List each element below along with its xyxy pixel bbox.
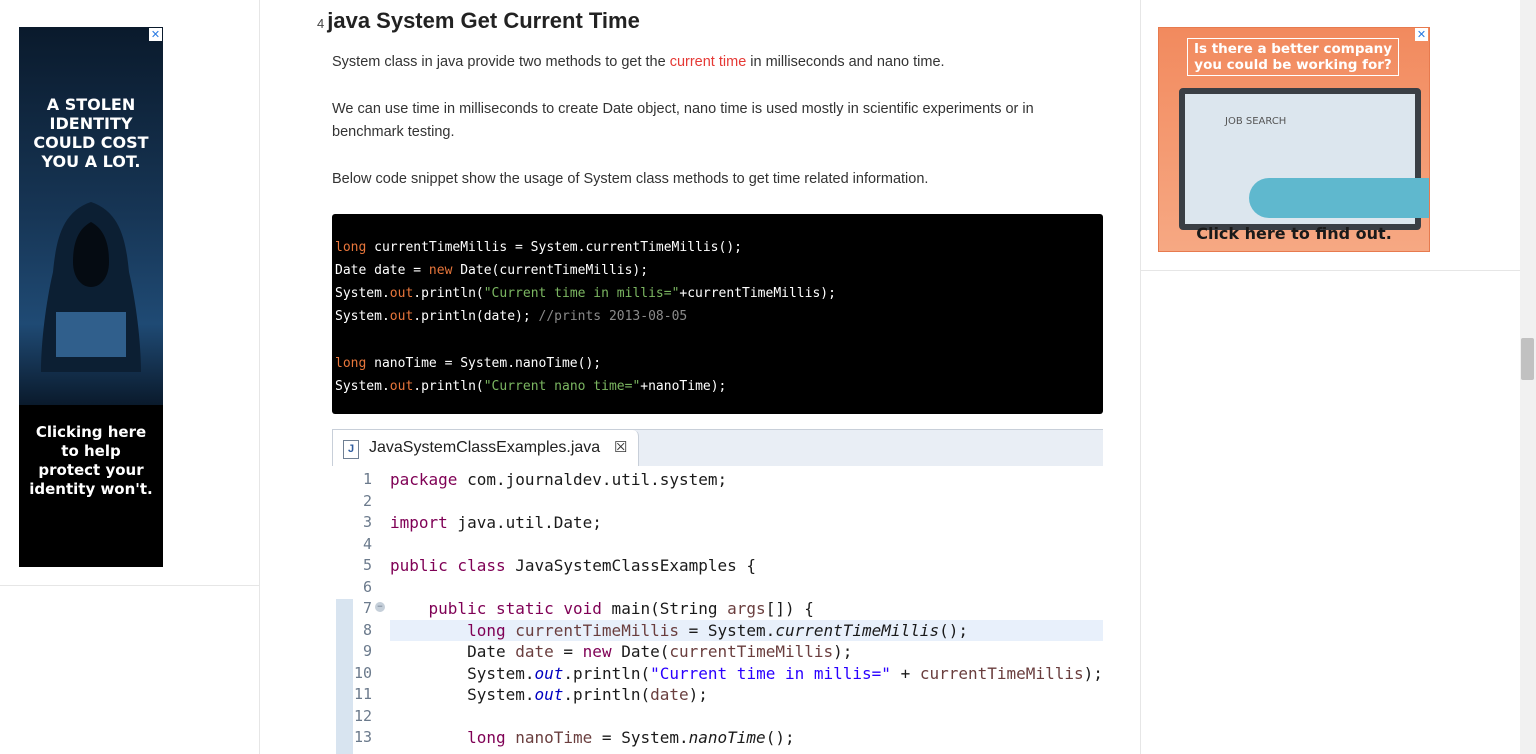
- editor-line: 6: [362, 577, 372, 596]
- section-heading: 4 java System Get Current Time: [317, 8, 640, 34]
- code-snippet[interactable]: long currentTimeMillis = System.currentT…: [332, 214, 1103, 414]
- editor-line: 5 public class JavaSystemClassExamples {: [362, 556, 757, 575]
- editor-line: 13 long nanoTime = System.nanoTime();: [353, 728, 795, 747]
- editor-line: 4: [362, 534, 372, 553]
- editor-tab-bar: J JavaSystemClassExamples.java ☒: [332, 429, 1103, 466]
- java-file-icon: J: [343, 440, 359, 459]
- ad-close-icon[interactable]: ✕: [1415, 28, 1428, 41]
- paragraph-snippet-intro: Below code snippet show the usage of Sys…: [332, 171, 929, 187]
- right-sidebar-empty: [1140, 271, 1521, 754]
- editor-line: 2: [362, 491, 372, 510]
- hand-image: [1249, 178, 1429, 218]
- editor-line: 3 import java.util.Date;: [362, 513, 602, 532]
- section-number: 4: [317, 16, 325, 31]
- code-line: System.out.println("Current time in mill…: [335, 286, 836, 301]
- tab-filename: JavaSystemClassExamples.java: [369, 439, 601, 456]
- editor-line: 10 System.out.println("Current time in m…: [353, 663, 1103, 683]
- ad-question: Is there a better company you could be w…: [1187, 38, 1399, 76]
- paragraph-text: in milliseconds and nano time.: [746, 54, 945, 70]
- eclipse-editor-screenshot: J JavaSystemClassExamples.java ☒ 1 packag…: [332, 429, 1103, 754]
- paragraph-text: System class in java provide two methods…: [332, 54, 670, 70]
- paragraph-intro: System class in java provide two methods…: [332, 51, 1102, 74]
- editor-line: 11 System.out.println(date);: [353, 685, 708, 704]
- section-title: java System Get Current Time: [327, 8, 640, 33]
- job-search-ad-banner[interactable]: Is there a better company you could be w…: [1158, 27, 1430, 252]
- editor-line-current: 8 long currentTimeMillis = System.curren…: [332, 619, 1103, 641]
- code-line: long currentTimeMillis = System.currentT…: [335, 240, 742, 255]
- code-line: long nanoTime = System.nanoTime();: [335, 356, 602, 371]
- ad-close-icon[interactable]: ✕: [149, 28, 162, 41]
- scrollbar-thumb[interactable]: [1521, 338, 1534, 380]
- ad-headline: A STOLEN IDENTITY COULD COST YOU A LOT.: [33, 95, 149, 171]
- tab-close-icon[interactable]: ☒: [614, 438, 627, 456]
- left-sidebar-empty: [0, 586, 260, 754]
- editor-tab[interactable]: J JavaSystemClassExamples.java ☒: [333, 430, 639, 466]
- editor-line: 9 Date date = new Date(currentTimeMillis…: [362, 642, 853, 661]
- paragraph-usage: We can use time in milliseconds to creat…: [332, 101, 1034, 140]
- editor-line: 12: [353, 706, 372, 725]
- identity-ad-banner[interactable]: A STOLEN IDENTITY COULD COST YOU A LOT. …: [19, 27, 163, 567]
- code-line: Date date = new Date(currentTimeMillis);: [335, 263, 649, 278]
- ad-cta: Click here to find out.: [1196, 224, 1392, 243]
- code-line: System.out.println("Current nano time="+…: [335, 379, 727, 394]
- editor-line: 7− public static void main(String args[]…: [362, 599, 814, 618]
- ad-subtext: Clicking here to help protect your ident…: [29, 423, 153, 498]
- current-time-link[interactable]: current time: [670, 54, 747, 70]
- editor-line: 1 package com.journaldev.util.system;: [362, 470, 728, 489]
- hooded-hacker-image: [41, 202, 141, 372]
- ad-screen-label: JOB SEARCH: [1225, 116, 1287, 127]
- fold-collapse-icon[interactable]: −: [375, 602, 385, 612]
- code-line: System.out.println(date); //prints 2013-…: [335, 309, 688, 324]
